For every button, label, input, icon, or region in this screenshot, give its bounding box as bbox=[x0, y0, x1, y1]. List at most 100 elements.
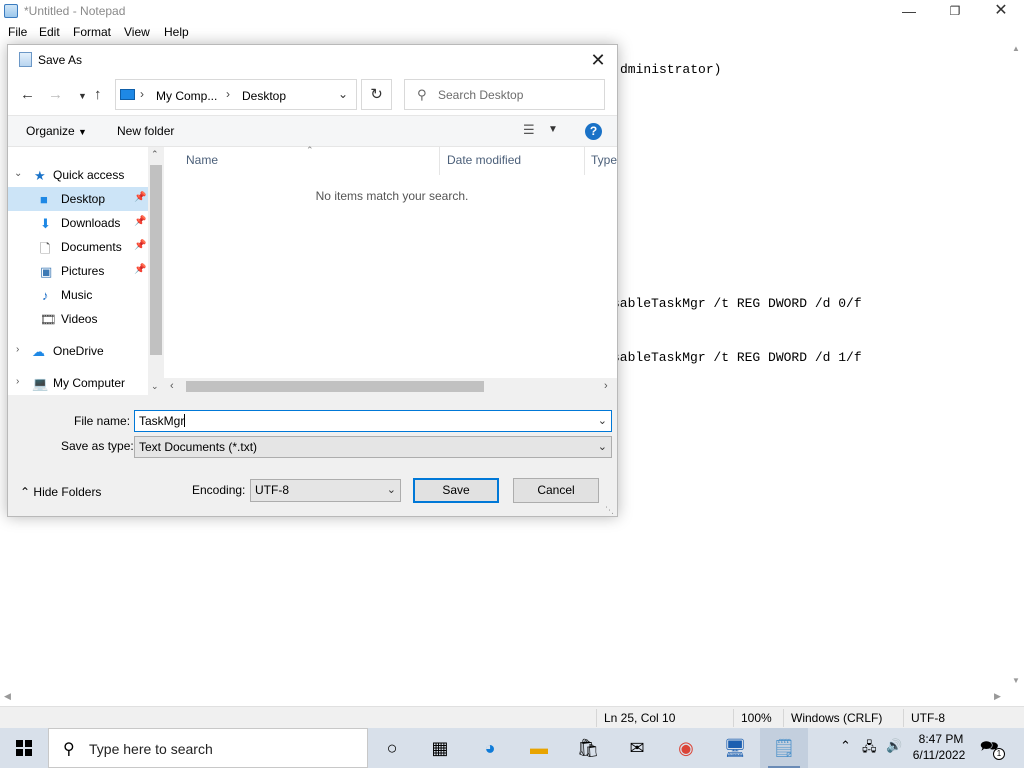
edge-icon: ◕ bbox=[484, 738, 496, 758]
minimize-button[interactable]: — bbox=[886, 0, 932, 23]
breadcrumb-chevron-icon[interactable]: › bbox=[226, 87, 230, 101]
refresh-button[interactable]: ↻ bbox=[361, 79, 392, 110]
scrollbar-thumb[interactable] bbox=[186, 381, 484, 392]
scroll-right-icon[interactable]: ▶ bbox=[994, 691, 1001, 702]
search-input[interactable] bbox=[438, 86, 598, 104]
tree-item-documents[interactable]: 🗋 Documents 📌 bbox=[8, 235, 148, 259]
show-hidden-icons-chevron-icon[interactable]: ⌃ bbox=[840, 738, 851, 754]
column-header-name[interactable]: Name bbox=[186, 153, 218, 167]
breadcrumb-desktop[interactable]: Desktop bbox=[242, 89, 286, 103]
hide-folders-label: Hide Folders bbox=[33, 485, 102, 499]
forward-arrow-icon[interactable]: → bbox=[48, 86, 63, 103]
windows-logo-icon bbox=[25, 749, 32, 756]
store-app-button[interactable]: 🛍 bbox=[564, 728, 612, 768]
navigation-pane-scrollbar[interactable]: ⌃ ⌄ bbox=[148, 147, 164, 395]
taskbar-search-box[interactable]: ⚲ Type here to search bbox=[48, 728, 368, 768]
breadcrumb-my-computer[interactable]: My Comp... bbox=[156, 89, 217, 103]
address-dropdown-chevron-icon[interactable]: ⌄ bbox=[338, 87, 348, 101]
organize-button[interactable]: Organize ▼ bbox=[26, 124, 87, 138]
tree-item-quick-access[interactable]: ⌄ ★ Quick access bbox=[8, 163, 148, 187]
column-divider[interactable] bbox=[439, 147, 440, 175]
clock-date[interactable]: 6/11/2022 bbox=[908, 748, 970, 762]
view-options-icon[interactable]: ☰ bbox=[523, 122, 535, 138]
save-as-type-select[interactable]: Text Documents (*.txt) ⌄ bbox=[134, 436, 612, 458]
notepad-app-button[interactable]: 🗒 bbox=[760, 728, 808, 768]
back-arrow-icon[interactable]: ← bbox=[20, 86, 35, 103]
encoding-select[interactable]: UTF-8 ⌄ bbox=[250, 479, 401, 502]
tree-item-videos[interactable]: 🎞 Videos bbox=[8, 307, 148, 331]
menu-file[interactable]: File bbox=[8, 25, 27, 39]
tree-item-desktop[interactable]: ■ Desktop 📌 bbox=[8, 187, 148, 211]
save-as-type-value: Text Documents (*.txt) bbox=[139, 440, 258, 454]
scroll-down-icon[interactable]: ▼ bbox=[1012, 676, 1020, 685]
view-dropdown-chevron-icon[interactable]: ▼ bbox=[548, 124, 558, 135]
tree-item-downloads[interactable]: ⬇ Downloads 📌 bbox=[8, 211, 148, 235]
status-divider bbox=[783, 709, 784, 727]
scrollbar-thumb[interactable] bbox=[150, 165, 162, 355]
chrome-app-button[interactable]: ◉ bbox=[662, 728, 710, 768]
chevron-down-icon: ▼ bbox=[78, 127, 87, 137]
expanded-chevron-icon[interactable]: ⌄ bbox=[14, 168, 22, 179]
status-line-ending: Windows (CRLF) bbox=[791, 711, 883, 725]
scroll-left-icon[interactable]: ‹ bbox=[170, 380, 174, 392]
menu-help[interactable]: Help bbox=[164, 25, 189, 39]
network-icon[interactable]: 🖧 bbox=[862, 738, 877, 760]
code-line-fragment: sableTaskMgr /t REG DWORD /d 0/f bbox=[612, 296, 862, 311]
help-button[interactable]: ? bbox=[585, 123, 602, 140]
address-bar[interactable]: › My Comp... › Desktop ⌄ bbox=[115, 79, 357, 110]
start-button[interactable] bbox=[0, 728, 48, 768]
mail-app-button[interactable]: ✉ bbox=[613, 728, 661, 768]
menu-view[interactable]: View bbox=[124, 25, 150, 39]
up-arrow-icon[interactable]: ↑ bbox=[94, 86, 102, 103]
tree-label: Quick access bbox=[53, 168, 125, 182]
dialog-close-button[interactable]: ✕ bbox=[582, 48, 614, 72]
menu-edit[interactable]: Edit bbox=[39, 25, 60, 39]
column-header-type[interactable]: Type bbox=[591, 153, 617, 167]
file-name-label: File name: bbox=[74, 414, 131, 428]
clock-time[interactable]: 8:47 PM bbox=[913, 732, 969, 746]
tree-item-pictures[interactable]: ▣ Pictures 📌 bbox=[8, 259, 148, 283]
file-explorer-app-button[interactable]: ▬ bbox=[515, 728, 563, 768]
save-button[interactable]: Save bbox=[413, 478, 499, 503]
hide-folders-button[interactable]: ⌃ Hide Folders bbox=[20, 485, 101, 499]
cancel-button[interactable]: Cancel bbox=[513, 478, 599, 503]
scroll-up-icon[interactable]: ⌃ bbox=[151, 149, 159, 160]
task-view-button[interactable]: ○ bbox=[368, 728, 416, 768]
remote-app-button[interactable]: 🖥 bbox=[711, 728, 759, 768]
tree-label: Desktop bbox=[61, 192, 106, 206]
file-list-horizontal-scrollbar[interactable]: ‹ › bbox=[164, 378, 617, 395]
menu-format[interactable]: Format bbox=[73, 25, 111, 39]
tree-label: Documents bbox=[61, 240, 122, 254]
task-view-button[interactable]: ▦ bbox=[416, 728, 464, 768]
restore-button[interactable]: ❐ bbox=[932, 0, 978, 23]
status-divider bbox=[733, 709, 734, 727]
notepad-titlebar: *Untitled - Notepad — ❐ ✕ bbox=[0, 0, 1024, 23]
notepad-vertical-scrollbar[interactable]: ▲ ▼ bbox=[1008, 42, 1024, 689]
resize-grip-icon[interactable]: ⋱ bbox=[605, 505, 614, 516]
volume-icon[interactable]: 🔊 bbox=[886, 738, 902, 754]
search-box[interactable]: ⚲ bbox=[404, 79, 605, 110]
tree-item-onedrive[interactable]: › ☁ OneDrive bbox=[8, 339, 148, 363]
breadcrumb-chevron-icon[interactable]: › bbox=[140, 87, 144, 101]
save-as-dialog: Save As ✕ ← → ▼ ↑ › My Comp... › Desktop… bbox=[7, 44, 618, 517]
recent-locations-chevron-icon[interactable]: ▼ bbox=[78, 91, 87, 101]
notepad-horizontal-scrollbar[interactable]: ◀ ▶ bbox=[0, 689, 1008, 705]
tree-item-my-computer[interactable]: › 💻 My Computer bbox=[8, 371, 148, 395]
column-header-date-modified[interactable]: Date modified bbox=[447, 153, 521, 167]
chevron-down-icon: ⌄ bbox=[597, 441, 607, 453]
collapsed-chevron-icon[interactable]: › bbox=[16, 376, 19, 387]
scroll-right-icon[interactable]: › bbox=[604, 380, 608, 392]
column-divider[interactable] bbox=[584, 147, 585, 175]
edge-app-button[interactable]: ◕ bbox=[466, 728, 514, 768]
scroll-up-icon[interactable]: ▲ bbox=[1012, 44, 1020, 53]
chevron-down-icon[interactable]: ⌄ bbox=[598, 414, 607, 427]
close-window-button[interactable]: ✕ bbox=[978, 0, 1024, 23]
scroll-left-icon[interactable]: ◀ bbox=[4, 691, 11, 702]
notepad-document-icon bbox=[19, 52, 32, 67]
file-name-input[interactable]: TaskMgr ⌄ bbox=[134, 410, 612, 432]
tree-item-music[interactable]: ♪ Music bbox=[8, 283, 148, 307]
scroll-down-icon[interactable]: ⌄ bbox=[151, 381, 159, 392]
status-zoom: 100% bbox=[741, 711, 772, 725]
new-folder-button[interactable]: New folder bbox=[117, 124, 174, 138]
collapsed-chevron-icon[interactable]: › bbox=[16, 344, 19, 355]
